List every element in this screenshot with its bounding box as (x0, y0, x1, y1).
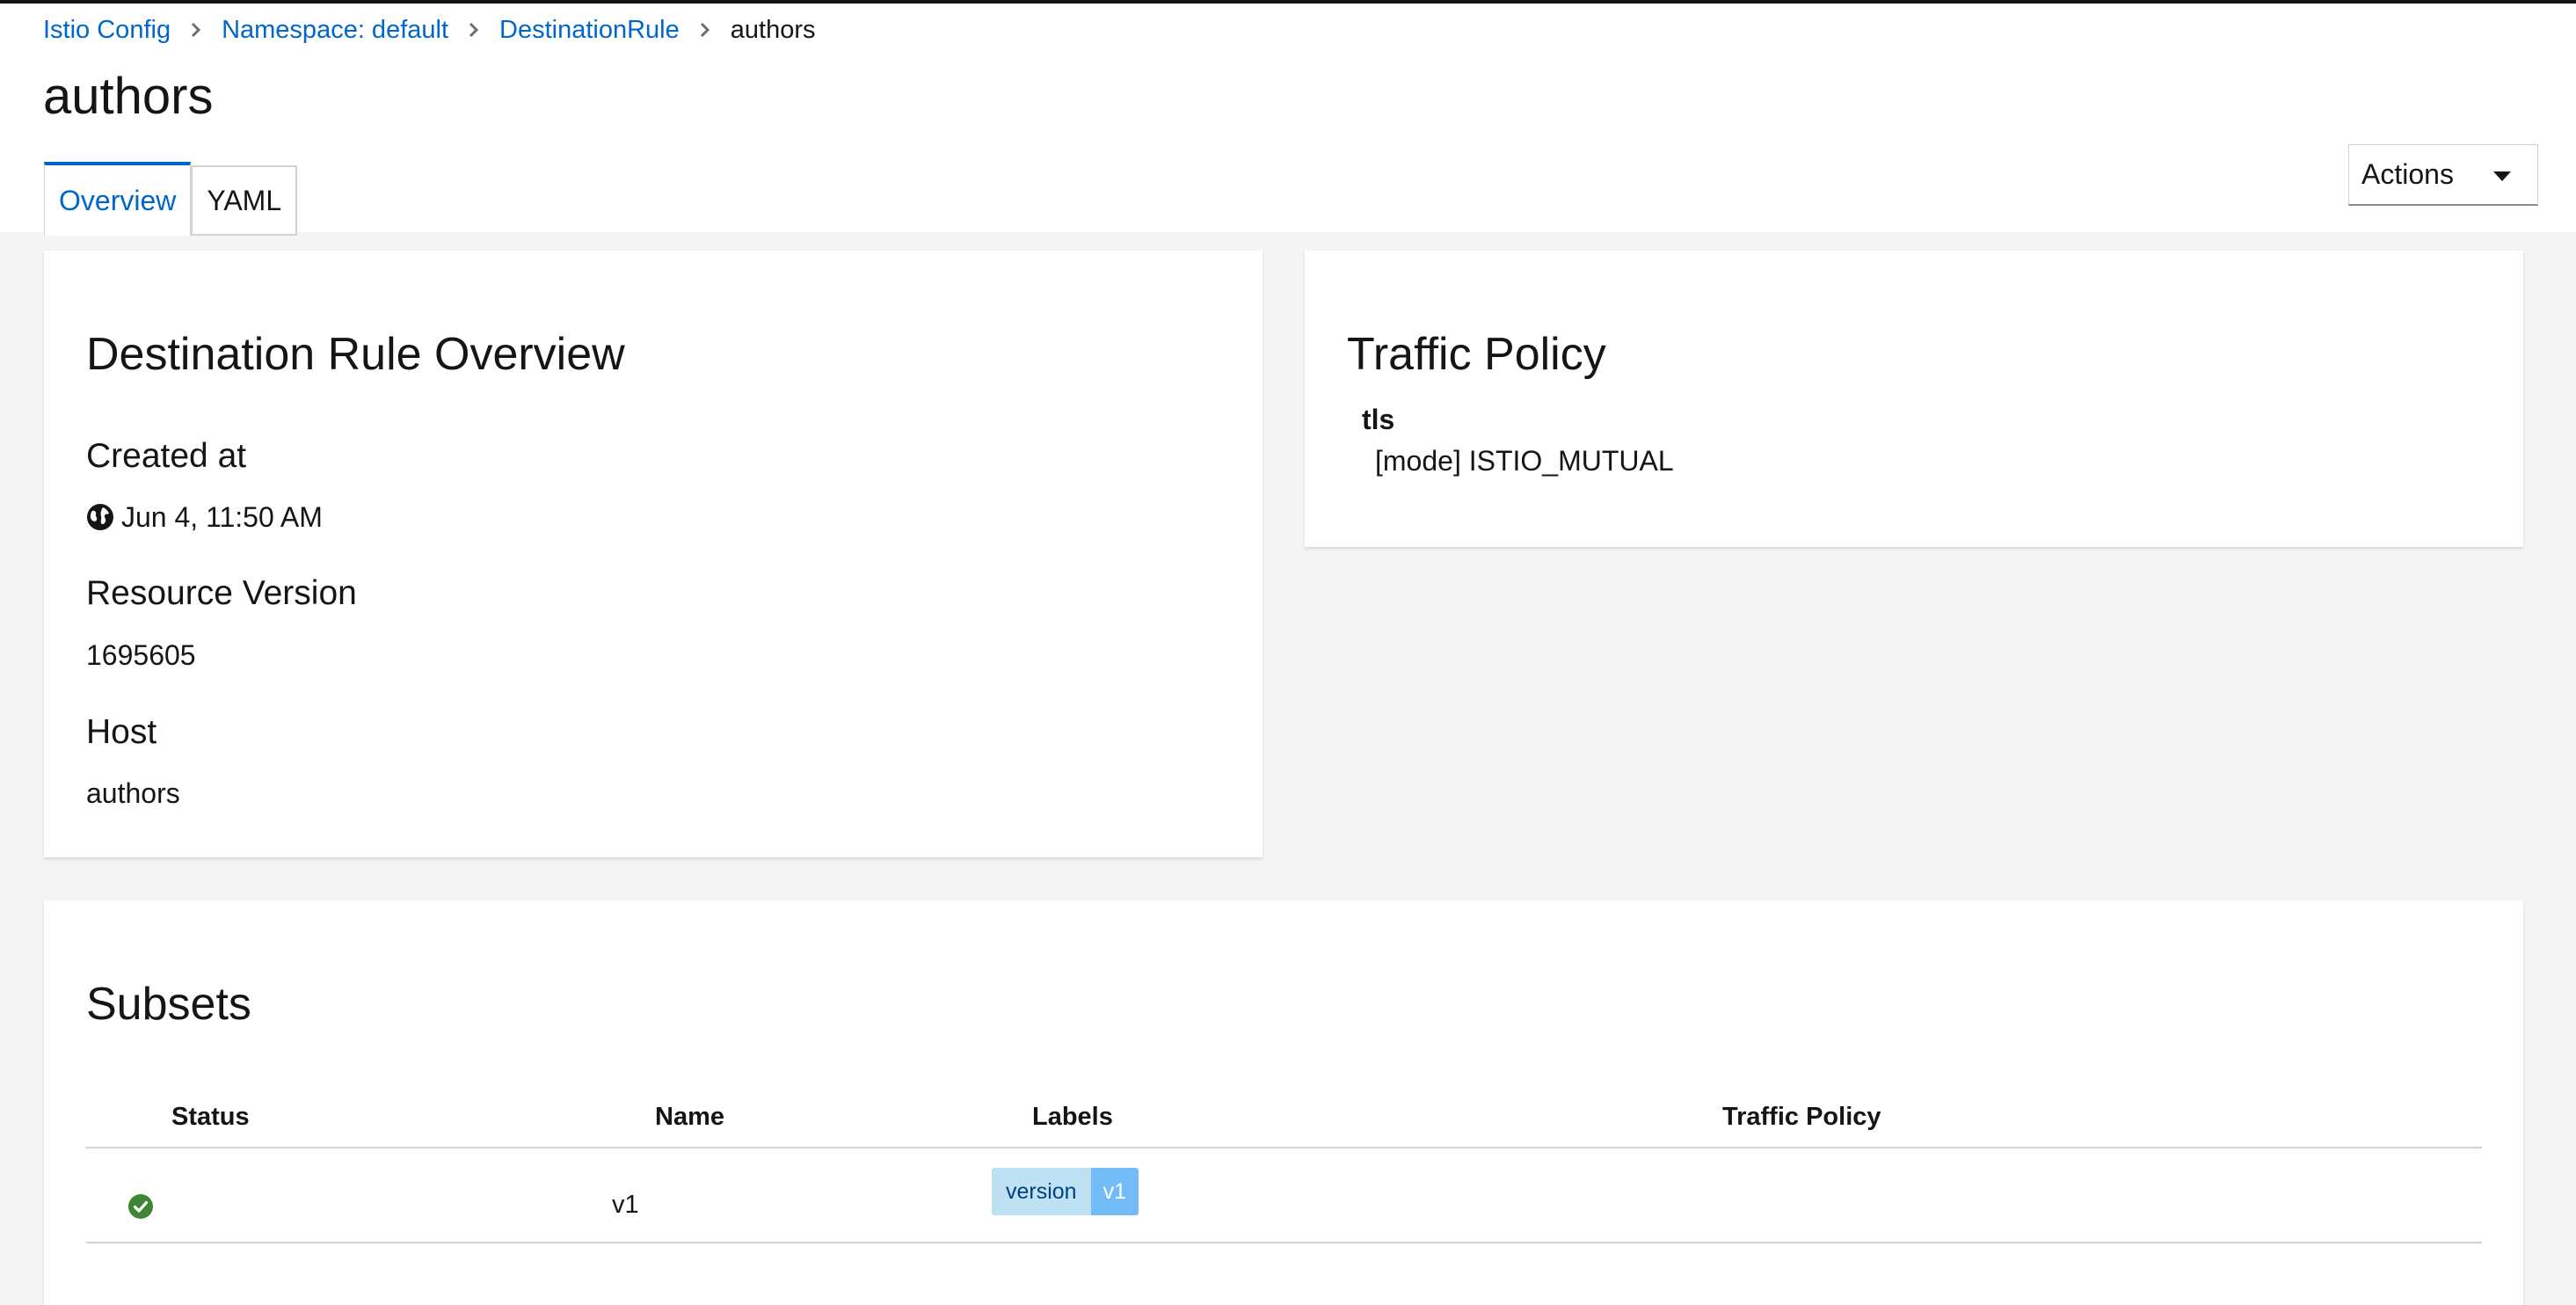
page-header: Istio Config Namespace: default Destinat… (0, 4, 2576, 236)
caret-down-icon (2493, 171, 2511, 181)
host-value: authors (86, 777, 180, 809)
table-header-divider (86, 1147, 2482, 1148)
tls-mode-value: [mode] ISTIO_MUTUAL (1375, 445, 1674, 477)
breadcrumb: Istio Config Namespace: default Destinat… (43, 11, 815, 49)
actions-dropdown[interactable]: Actions (2348, 144, 2538, 206)
overview-title: Destination Rule Overview (86, 329, 625, 380)
breadcrumb-namespace[interactable]: Namespace: default (222, 16, 448, 45)
resource-version-label: Resource Version (86, 574, 357, 612)
label-chip-key: version (992, 1168, 1091, 1215)
subset-name: v1 (612, 1191, 639, 1219)
globe-icon (87, 504, 113, 530)
chevron-right-icon (699, 21, 711, 39)
chevron-right-icon (468, 21, 480, 39)
label-chip-value: v1 (1090, 1168, 1139, 1215)
overview-card: Destination Rule Overview Created at Jun… (44, 251, 1263, 857)
tls-key: tls (1362, 404, 1395, 435)
created-at-value: Jun 4, 11:50 AM (86, 499, 323, 535)
table-row-divider (86, 1242, 2482, 1243)
breadcrumb-istio-config[interactable]: Istio Config (43, 16, 171, 45)
breadcrumb-current: authors (730, 15, 816, 44)
breadcrumb-destinationrule[interactable]: DestinationRule (499, 16, 680, 45)
check-circle-icon (128, 1194, 153, 1219)
subsets-table-body: v1 version v1 (86, 1076, 2482, 1287)
chevron-right-icon (190, 21, 202, 39)
tab-bar: Overview YAML (44, 162, 298, 236)
tab-overview[interactable]: Overview (44, 162, 192, 236)
actions-label: Actions (2361, 158, 2454, 190)
label-chip: version v1 (992, 1168, 1139, 1215)
created-at-label: Created at (86, 437, 247, 475)
resource-version-value: 1695605 (86, 639, 196, 671)
traffic-policy-card: Traffic Policy tls [mode] ISTIO_MUTUAL (1305, 251, 2523, 547)
created-at-text: Jun 4, 11:50 AM (121, 501, 323, 533)
subsets-title: Subsets (86, 979, 251, 1030)
traffic-policy-title: Traffic Policy (1347, 329, 1606, 380)
page-title: authors (43, 68, 214, 125)
tab-yaml[interactable]: YAML (191, 165, 298, 236)
host-label: Host (86, 713, 157, 751)
